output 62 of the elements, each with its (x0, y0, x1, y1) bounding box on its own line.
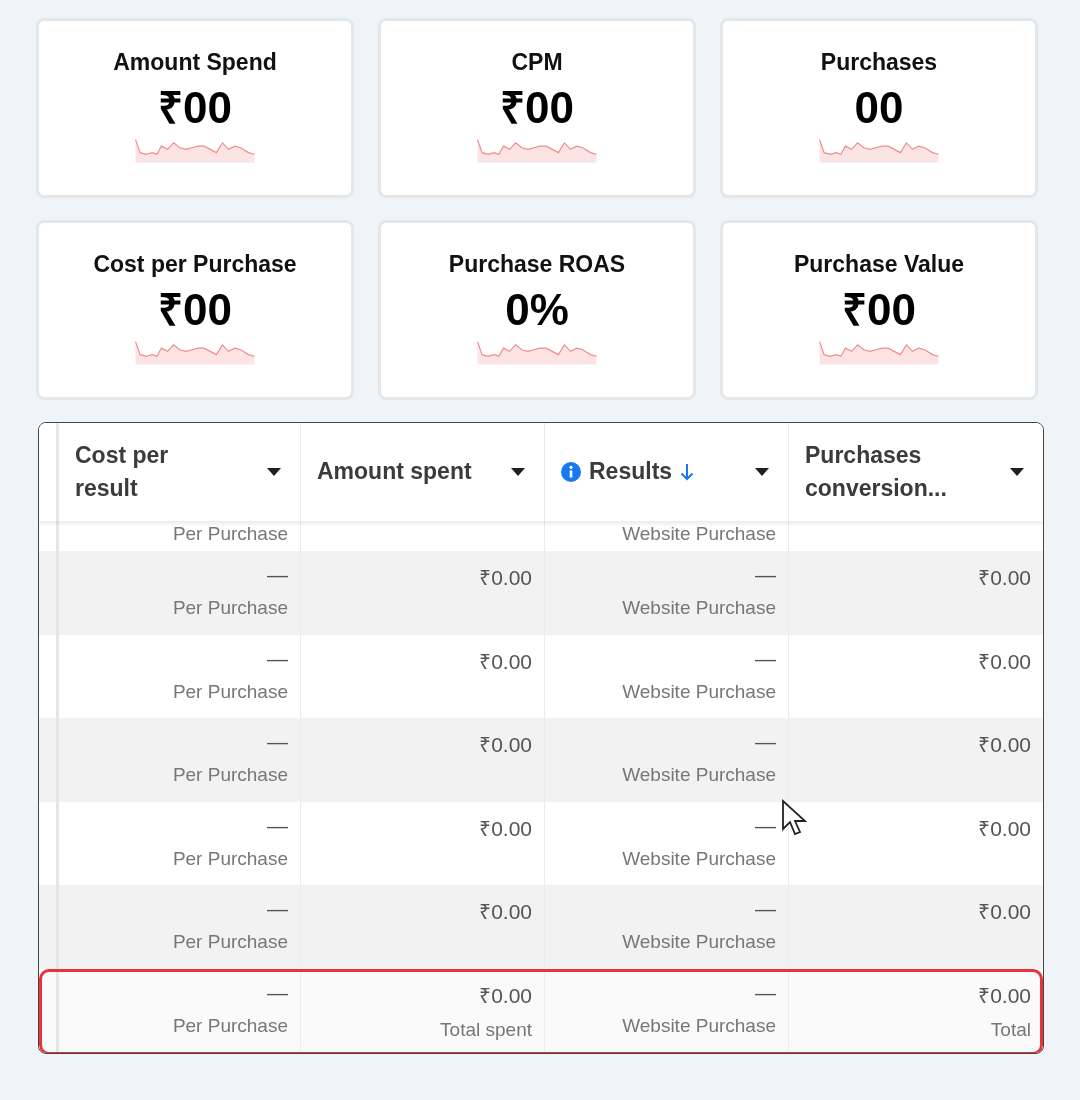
caret-icon (1009, 467, 1025, 477)
cell-caption: Per Purchase (172, 764, 288, 786)
cell-caption: Website Purchase (622, 523, 776, 545)
cell-value: ₹0.00 (978, 899, 1031, 925)
cell-value: ₹0.00 (479, 732, 532, 758)
cell-value: ₹0.00 (479, 648, 532, 675)
metric-title: Purchase ROAS (448, 251, 626, 278)
cell-value: ₹0.00 (978, 815, 1031, 842)
column-header[interactable]: Amount spent (301, 423, 545, 521)
metric-title: Purchases (820, 49, 938, 76)
cell-value: — (755, 897, 776, 921)
metric-value: ₹00 (500, 84, 574, 133)
cell-value: — (755, 980, 776, 1005)
cell-value: — (267, 813, 288, 838)
cell-caption: Website Purchase (622, 847, 776, 870)
cell-value: ₹0.00 (978, 648, 1031, 675)
cell-value: ₹0.00 (479, 815, 532, 842)
cell-caption: Website Purchase (622, 764, 776, 786)
column-header[interactable]: Purchases conversion... (789, 423, 1043, 521)
cell-caption: Per Purchase (172, 680, 288, 703)
caret-icon (510, 467, 526, 477)
cell-caption: Website Purchase (622, 680, 776, 703)
sort-down-arrow-icon (680, 462, 695, 482)
cell-value: ₹0.00 (479, 565, 532, 591)
cell-value: ₹0.00 (479, 982, 532, 1009)
metric-value: 00 (854, 84, 904, 133)
caret-icon (266, 467, 282, 477)
cell-value: — (267, 980, 288, 1005)
cell-value: — (267, 897, 288, 921)
cell-value: — (755, 730, 776, 754)
cell-caption: Per Purchase (172, 1014, 288, 1037)
cell-value: ₹0.00 (978, 565, 1031, 591)
cell-value: — (755, 646, 776, 671)
metric-title: Cost per Purchase (93, 251, 297, 278)
cell-caption: Per Purchase (172, 523, 288, 545)
cell-value: ₹0.00 (978, 982, 1031, 1009)
cell-value: — (267, 646, 288, 671)
cell-caption: Total (990, 1018, 1031, 1041)
metric-title: Amount Spend (113, 49, 277, 76)
metric-value: ₹00 (158, 84, 232, 133)
cell-caption: Per Purchase (172, 931, 288, 953)
metric-value: 0% (505, 286, 569, 335)
cell-caption: Website Purchase (622, 931, 776, 953)
cell-caption: Total spent (440, 1018, 532, 1041)
cell-value: — (267, 730, 288, 754)
metric-title: CPM (511, 49, 563, 76)
cell-value: — (755, 813, 776, 838)
cell-value: — (267, 563, 288, 587)
column-header[interactable]: Results (545, 423, 789, 521)
cell-value: ₹0.00 (479, 899, 532, 925)
cell-value: — (755, 563, 776, 587)
caret-icon (754, 467, 770, 477)
cell-caption: Website Purchase (622, 597, 776, 619)
cell-value: ₹0.00 (978, 732, 1031, 758)
cell-caption: Per Purchase (172, 847, 288, 870)
metric-title: Purchase Value (793, 251, 964, 278)
cell-caption: Per Purchase (172, 597, 288, 619)
info-icon (561, 462, 581, 482)
column-header[interactable]: Cost per result (59, 423, 301, 521)
metric-value: ₹00 (842, 286, 916, 335)
cell-caption: Website Purchase (622, 1014, 776, 1037)
metric-value: ₹00 (158, 286, 232, 335)
